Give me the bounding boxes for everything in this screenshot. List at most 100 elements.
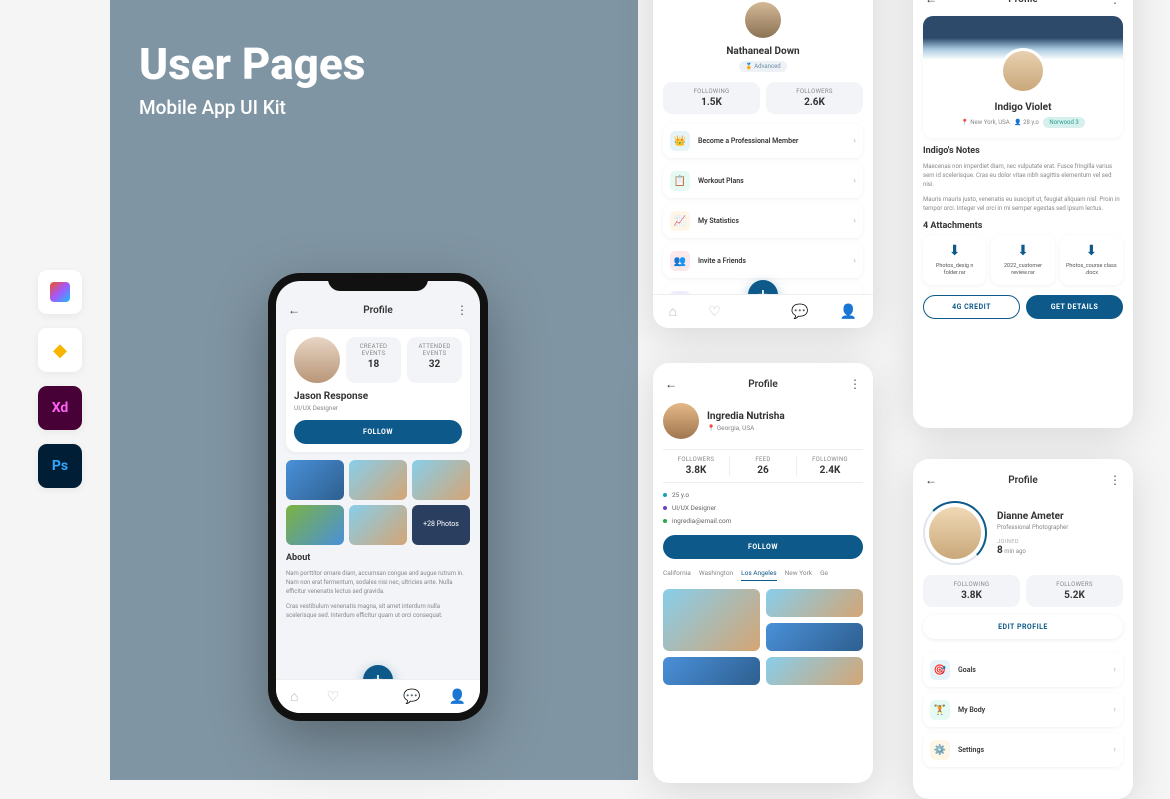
profile-icon[interactable]: 👤 bbox=[448, 689, 465, 705]
about-title: About bbox=[286, 553, 470, 563]
hero-title: User Pages bbox=[139, 42, 365, 86]
stat-created: CREATED EVENTS 18 bbox=[346, 337, 401, 383]
user-meta: 📍 New York, USA 👤 28 y.o Norwood 3 bbox=[923, 117, 1123, 128]
avatar[interactable] bbox=[663, 403, 699, 439]
stat-following: FOLLOWING2.4K bbox=[797, 456, 863, 476]
sketch-icon: ◆ bbox=[38, 328, 82, 372]
tab-item[interactable]: New York bbox=[785, 569, 812, 581]
photo-thumb[interactable] bbox=[663, 589, 760, 651]
menu-item[interactable]: 🎯 Goals › bbox=[923, 653, 1123, 687]
card-ingredia: ← Profile ⋮ Ingredia Nutrisha 📍 Georgia,… bbox=[653, 363, 873, 783]
detail-row: UI/UX Designer bbox=[663, 504, 863, 512]
edit-profile-button[interactable]: EDIT PROFILE bbox=[923, 615, 1123, 639]
joined-value: 8 min ago bbox=[997, 545, 1068, 556]
back-icon[interactable]: ← bbox=[925, 0, 937, 6]
card-dianne: ← Profile ⋮ Dianne Ameter Professional P… bbox=[913, 459, 1133, 799]
photo-thumb[interactable] bbox=[766, 589, 863, 617]
heart-icon[interactable]: ♡ bbox=[326, 689, 339, 705]
attachment-item[interactable]: ⬇ Photos_desig n folder.rar bbox=[923, 235, 986, 285]
user-role: Professional Photographer bbox=[997, 524, 1068, 531]
stat-following: FOLLOWING1.5K bbox=[663, 82, 760, 114]
more-icon[interactable]: ⋮ bbox=[456, 303, 468, 317]
avatar[interactable] bbox=[1000, 48, 1046, 94]
user-name: Jason Response bbox=[294, 391, 462, 402]
bottom-nav: ⌂ ♡ + 💬 👤 bbox=[653, 294, 873, 328]
avatar[interactable] bbox=[745, 2, 781, 38]
avatar[interactable] bbox=[929, 507, 981, 559]
stat-attended: ATTENDED EVENTS 32 bbox=[407, 337, 462, 383]
chat-icon[interactable]: 💬 bbox=[403, 689, 420, 705]
more-photos[interactable]: +28 Photos bbox=[412, 505, 470, 545]
stat-followers: FOLLOWERS5.2K bbox=[1026, 575, 1123, 607]
follow-button[interactable]: FOLLOW bbox=[294, 420, 462, 444]
follow-button[interactable]: FOLLOW bbox=[663, 535, 863, 559]
attachment-item[interactable]: ⬇ Photos_course class .docx bbox=[1060, 235, 1123, 285]
user-role: UI/UX Designer bbox=[294, 404, 462, 412]
chevron-right-icon: › bbox=[853, 256, 856, 266]
photo-thumb[interactable] bbox=[286, 460, 344, 500]
more-icon[interactable]: ⋮ bbox=[849, 377, 861, 391]
menu-item[interactable]: 📋 Workout Plans › bbox=[663, 164, 863, 198]
tab-item[interactable]: Ge bbox=[820, 569, 828, 581]
more-icon[interactable]: ⋮ bbox=[1109, 0, 1121, 6]
hero-text: User Pages Mobile App UI Kit bbox=[139, 42, 365, 119]
chat-icon[interactable]: 💬 bbox=[791, 304, 808, 320]
page-title: Profile bbox=[1008, 0, 1038, 5]
detail-row: 25 y.o bbox=[663, 491, 863, 499]
photo-thumb[interactable] bbox=[412, 460, 470, 500]
stat-followers: FOLLOWERS2.6K bbox=[766, 82, 863, 114]
menu-item[interactable]: 👥 Invite a Friends › bbox=[663, 244, 863, 278]
photo-thumb[interactable] bbox=[766, 657, 863, 685]
chevron-right-icon: › bbox=[853, 136, 856, 146]
location-tabs: California Washington Los Angeles New York G… bbox=[663, 569, 863, 581]
stat-feed: FEED26 bbox=[730, 456, 797, 476]
back-icon[interactable]: ← bbox=[665, 377, 677, 391]
menu-item[interactable]: 👑 Become a Professional Member › bbox=[663, 124, 863, 158]
phone-mockup: ← Profile ⋮ CREATED EVENTS 18 ATTENDED E… bbox=[268, 273, 488, 721]
menu-item[interactable]: ⚙️ Settings › bbox=[923, 733, 1123, 767]
back-icon[interactable]: ← bbox=[288, 303, 300, 317]
profile-icon[interactable]: 👤 bbox=[840, 304, 857, 320]
tool-icons: ◆ Xd Ps bbox=[38, 270, 82, 488]
chevron-right-icon: › bbox=[1113, 705, 1116, 715]
notes-title: Indigo's Notes bbox=[923, 146, 1123, 156]
chevron-right-icon: › bbox=[853, 176, 856, 186]
menu-item[interactable]: 🏋️ My Body › bbox=[923, 693, 1123, 727]
photo-thumb[interactable] bbox=[349, 460, 407, 500]
card-indigo: ← Profile ⋮ Indigo Violet 📍 New York, US… bbox=[913, 0, 1133, 428]
user-name: Dianne Ameter bbox=[997, 511, 1068, 522]
attachment-item[interactable]: ⬇ 2022_customer review.rar bbox=[991, 235, 1054, 285]
progress-ring bbox=[923, 501, 987, 565]
details-button[interactable]: GET DETAILS bbox=[1026, 295, 1123, 319]
user-location: 📍 Georgia, USA bbox=[707, 424, 785, 432]
page-title: Profile bbox=[1008, 475, 1038, 486]
tab-item[interactable]: Washington bbox=[699, 569, 733, 581]
heart-icon[interactable]: ♡ bbox=[708, 304, 721, 320]
user-name: Nathaneal Down bbox=[663, 46, 863, 57]
back-icon[interactable]: ← bbox=[925, 473, 937, 487]
photo-thumb[interactable] bbox=[766, 623, 863, 651]
photo-thumb[interactable] bbox=[663, 657, 760, 685]
detail-row: ingredia@email.com bbox=[663, 517, 863, 525]
tab-item[interactable]: Los Angeles bbox=[741, 569, 776, 581]
more-icon[interactable]: ⋮ bbox=[1109, 473, 1121, 487]
figma-icon bbox=[38, 270, 82, 314]
avatar[interactable] bbox=[294, 337, 340, 383]
home-icon[interactable]: ⌂ bbox=[290, 688, 298, 705]
chevron-right-icon: › bbox=[853, 216, 856, 226]
hero-subtitle: Mobile App UI Kit bbox=[139, 96, 365, 119]
chevron-right-icon: › bbox=[1113, 665, 1116, 675]
about-text-1: Nam porttitor ornare diam, accumsan cong… bbox=[286, 569, 470, 596]
folder-download-icon: ⬇ bbox=[995, 243, 1050, 259]
menu-item[interactable]: 📈 My Statistics › bbox=[663, 204, 863, 238]
about-text-2: Cras vestibulum venenatis magna, sit ame… bbox=[286, 602, 470, 620]
photo-thumb[interactable] bbox=[286, 505, 344, 545]
photo-thumb[interactable] bbox=[349, 505, 407, 545]
attachments-title: 4 Attachments bbox=[923, 221, 1123, 231]
note-text-2: Mauris mauris justo, venenatis eu suscip… bbox=[923, 195, 1123, 213]
tab-item[interactable]: California bbox=[663, 569, 691, 581]
credit-button[interactable]: 4G CREDIT bbox=[923, 295, 1020, 319]
level-badge: 🏅 Advanced bbox=[739, 61, 786, 72]
home-icon[interactable]: ⌂ bbox=[669, 303, 677, 320]
xd-icon: Xd bbox=[38, 386, 82, 430]
